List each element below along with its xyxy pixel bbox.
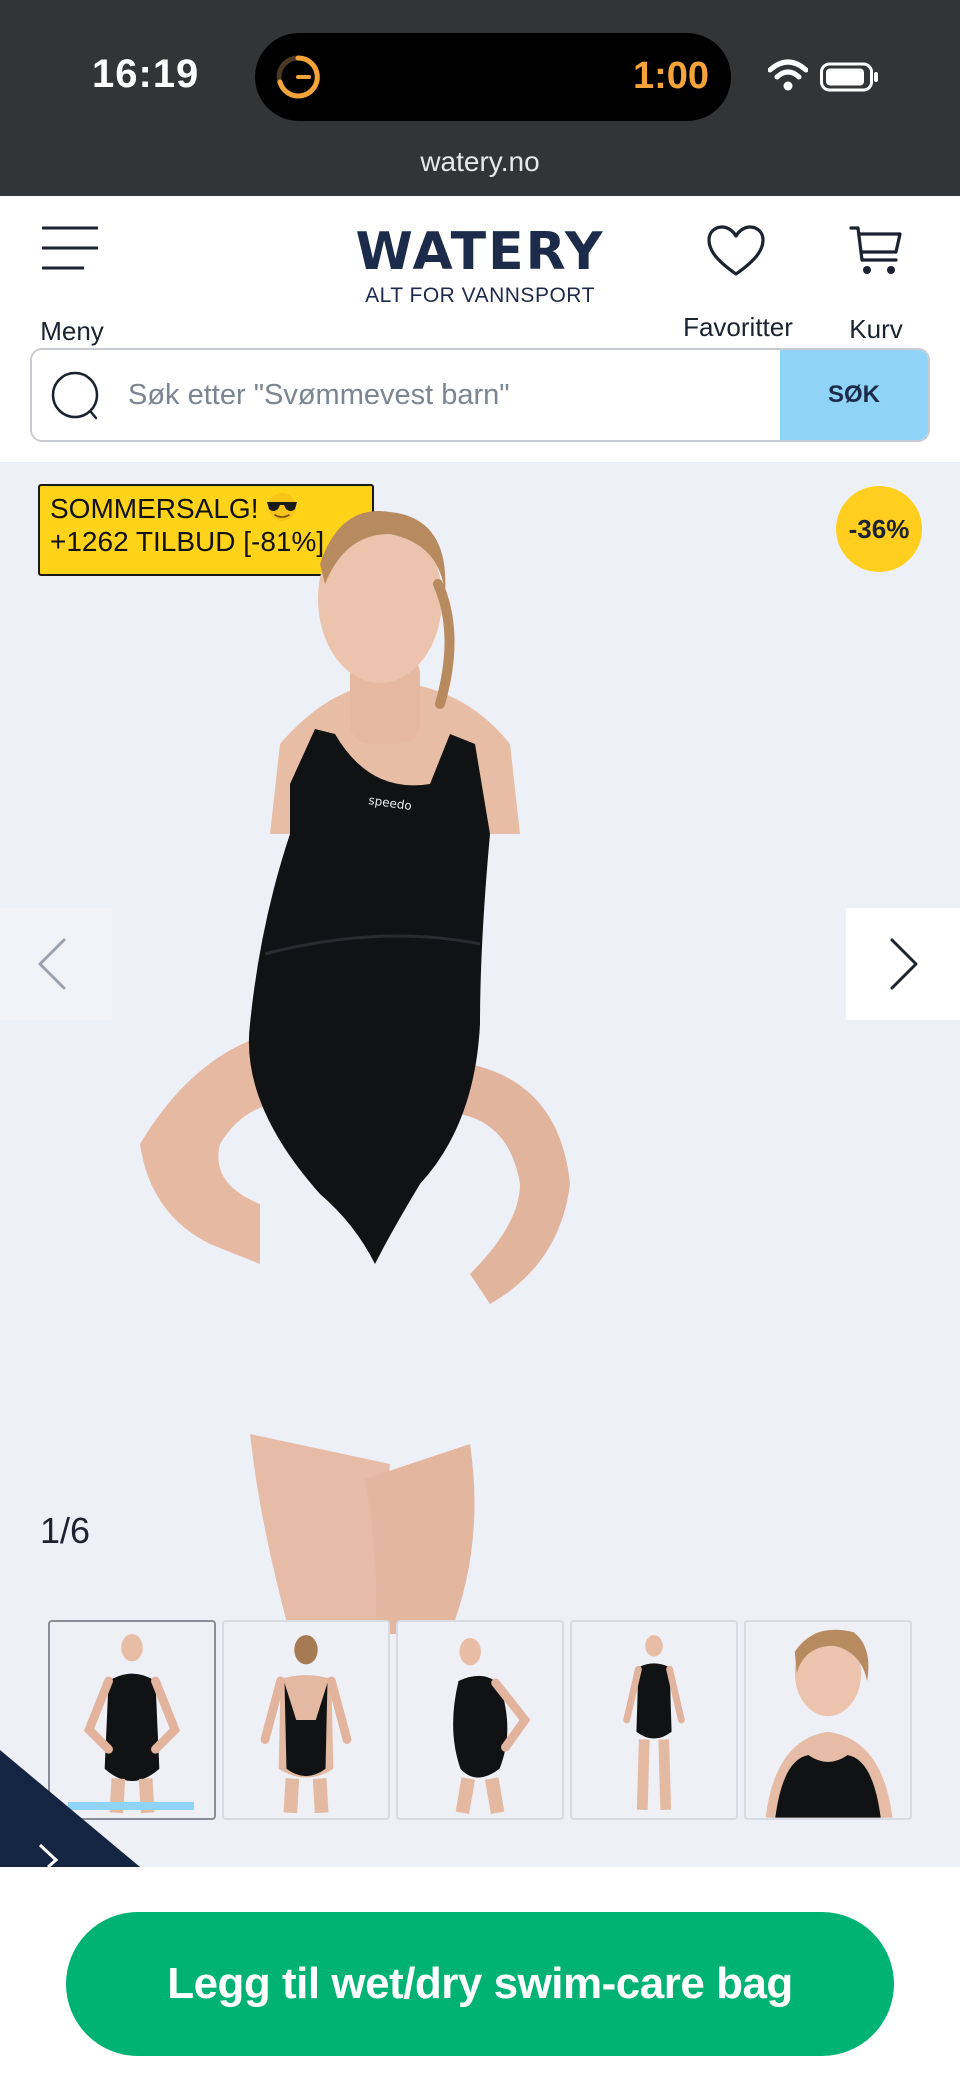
favorites-label: Favoritter [683,312,793,342]
bottom-cta-bar: Legg til wet/dry swim-care bag [0,1872,960,2087]
timer-ring-icon [276,55,320,99]
search-bar: SØK [30,348,930,442]
thumbnail-3[interactable] [396,1620,564,1820]
thumbnail-2-image [260,1635,352,1814]
menu-button[interactable]: Meny [30,224,110,346]
thumbnail-2[interactable] [222,1620,390,1820]
battery-icon [820,62,878,92]
dynamic-island: 1:00 [255,33,731,121]
next-image-button[interactable] [846,908,960,1020]
cart-button[interactable]: Kurv [836,224,916,344]
url-bar[interactable]: watery.no [0,146,960,178]
corner-chat-tab[interactable] [0,1750,140,1867]
chevron-right-icon [890,938,918,990]
status-bar: 16:19 1:00 watery.no [0,0,960,196]
chevron-left-icon [38,938,66,990]
favorites-button[interactable]: Favoritter [676,224,796,342]
cart-label: Kurv [849,314,903,344]
thumbnail-5-image [765,1629,893,1818]
thumbnail-4[interactable] [570,1620,738,1820]
add-swim-care-bag-button[interactable]: Legg til wet/dry swim-care bag [66,1912,894,2056]
thumbnail-5[interactable] [744,1620,912,1820]
wifi-icon [768,59,808,91]
product-main-image[interactable]: speedo [140,504,740,1634]
search-icon [51,371,99,420]
product-gallery: SOMMERSALG! +1262 TILBUD [-81%] -36% spe… [0,462,960,1867]
site-logo[interactable]: WATERY ALT FOR VANNSPORT [300,226,660,308]
status-time: 16:19 [92,52,200,96]
previous-image-button[interactable] [0,908,112,1020]
thumbnail-strip [48,1620,914,1820]
hamburger-icon [42,226,98,270]
search-input[interactable] [128,350,808,440]
thumbnail-3-image [453,1638,531,1814]
logo-subtitle: ALT FOR VANNSPORT [365,284,595,307]
menu-label: Meny [40,316,104,346]
logo-title: WATERY [355,222,605,282]
heart-icon [707,225,765,276]
site-header: Meny WATERY ALT FOR VANNSPORT Favoritter… [0,196,960,346]
discount-badge: -36% [836,486,922,572]
timer-text: 1:00 [632,55,709,97]
cart-icon [849,226,902,274]
search-button[interactable]: SØK [780,350,928,440]
thumbnail-4-image [623,1635,685,1810]
image-counter: 1/6 [40,1510,91,1551]
